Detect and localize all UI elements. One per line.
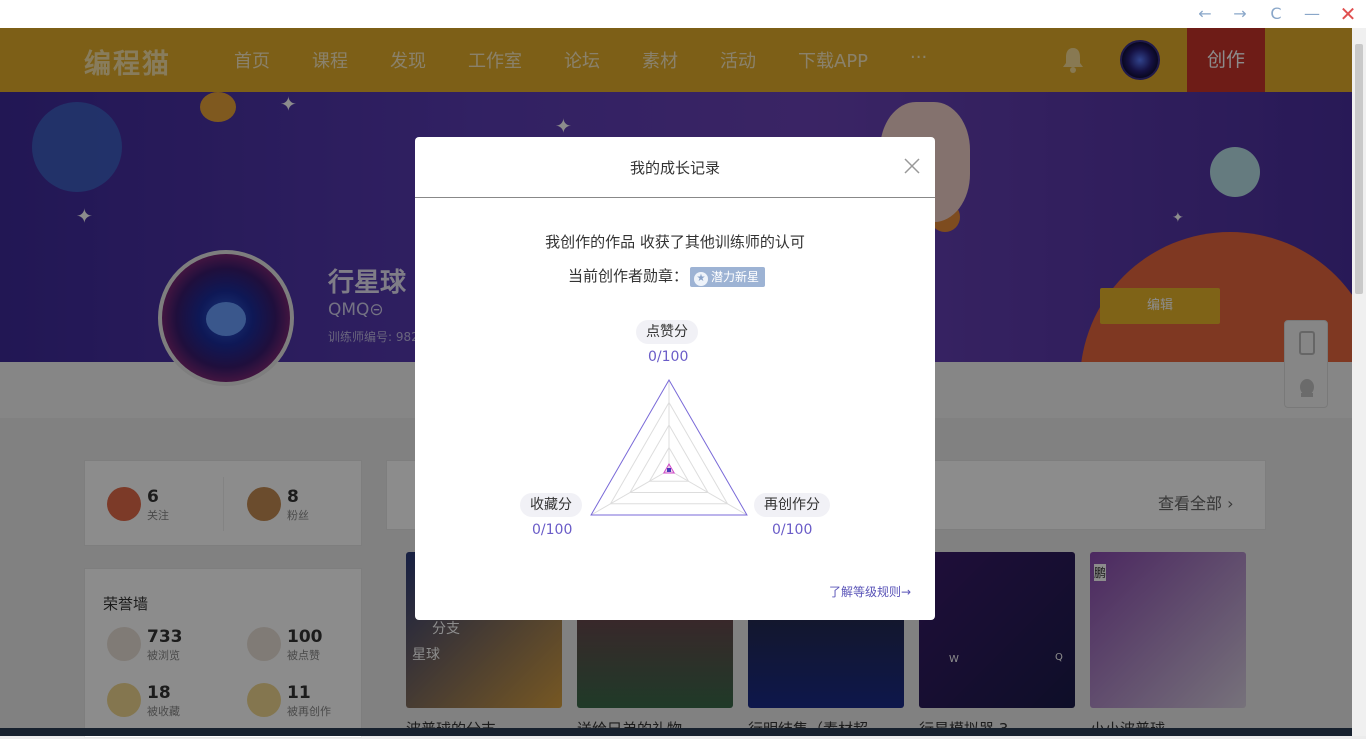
radar-center-point <box>667 468 671 472</box>
axis-label-favorites: 收藏分 <box>520 493 582 517</box>
close-icon[interactable]: ✕ <box>1336 2 1360 26</box>
medal-badge: ★ 潜力新星 <box>690 266 766 287</box>
modal-description: 我创作的作品 收获了其他训练师的认可 <box>545 233 805 251</box>
medal-label: 当前创作者勋章： <box>568 267 689 285</box>
radar-chart <box>590 379 748 516</box>
axis-value-favorites: 0/100 <box>532 522 573 538</box>
modal-divider <box>415 197 935 198</box>
axis-value-likes: 0/100 <box>648 349 689 365</box>
modal-title: 我的成长记录 <box>629 159 720 177</box>
minimize-icon[interactable]: — <box>1300 2 1324 26</box>
page-scrollbar[interactable] <box>1352 28 1366 736</box>
axis-label-remix: 再创作分 <box>754 493 830 517</box>
forward-icon[interactable]: → <box>1228 2 1252 26</box>
scrollbar-thumb[interactable] <box>1355 44 1363 294</box>
axis-value-remix: 0/100 <box>772 522 813 538</box>
close-icon[interactable] <box>903 157 921 175</box>
back-icon[interactable]: ← <box>1193 2 1217 26</box>
browser-titlebar: ← → C — ✕ <box>0 0 1366 28</box>
refresh-icon[interactable]: C <box>1264 2 1288 26</box>
level-rules-link[interactable]: 了解等级规则→ <box>829 583 911 600</box>
medal-row: 当前创作者勋章： ★ 潜力新星 <box>568 265 766 287</box>
star-icon: ★ <box>694 271 709 286</box>
axis-label-likes: 点赞分 <box>636 320 698 344</box>
growth-record-modal: 我的成长记录 我创作的作品 收获了其他训练师的认可 当前创作者勋章： ★ 潜力新星 … <box>415 137 935 620</box>
medal-name: 潜力新星 <box>711 269 760 284</box>
